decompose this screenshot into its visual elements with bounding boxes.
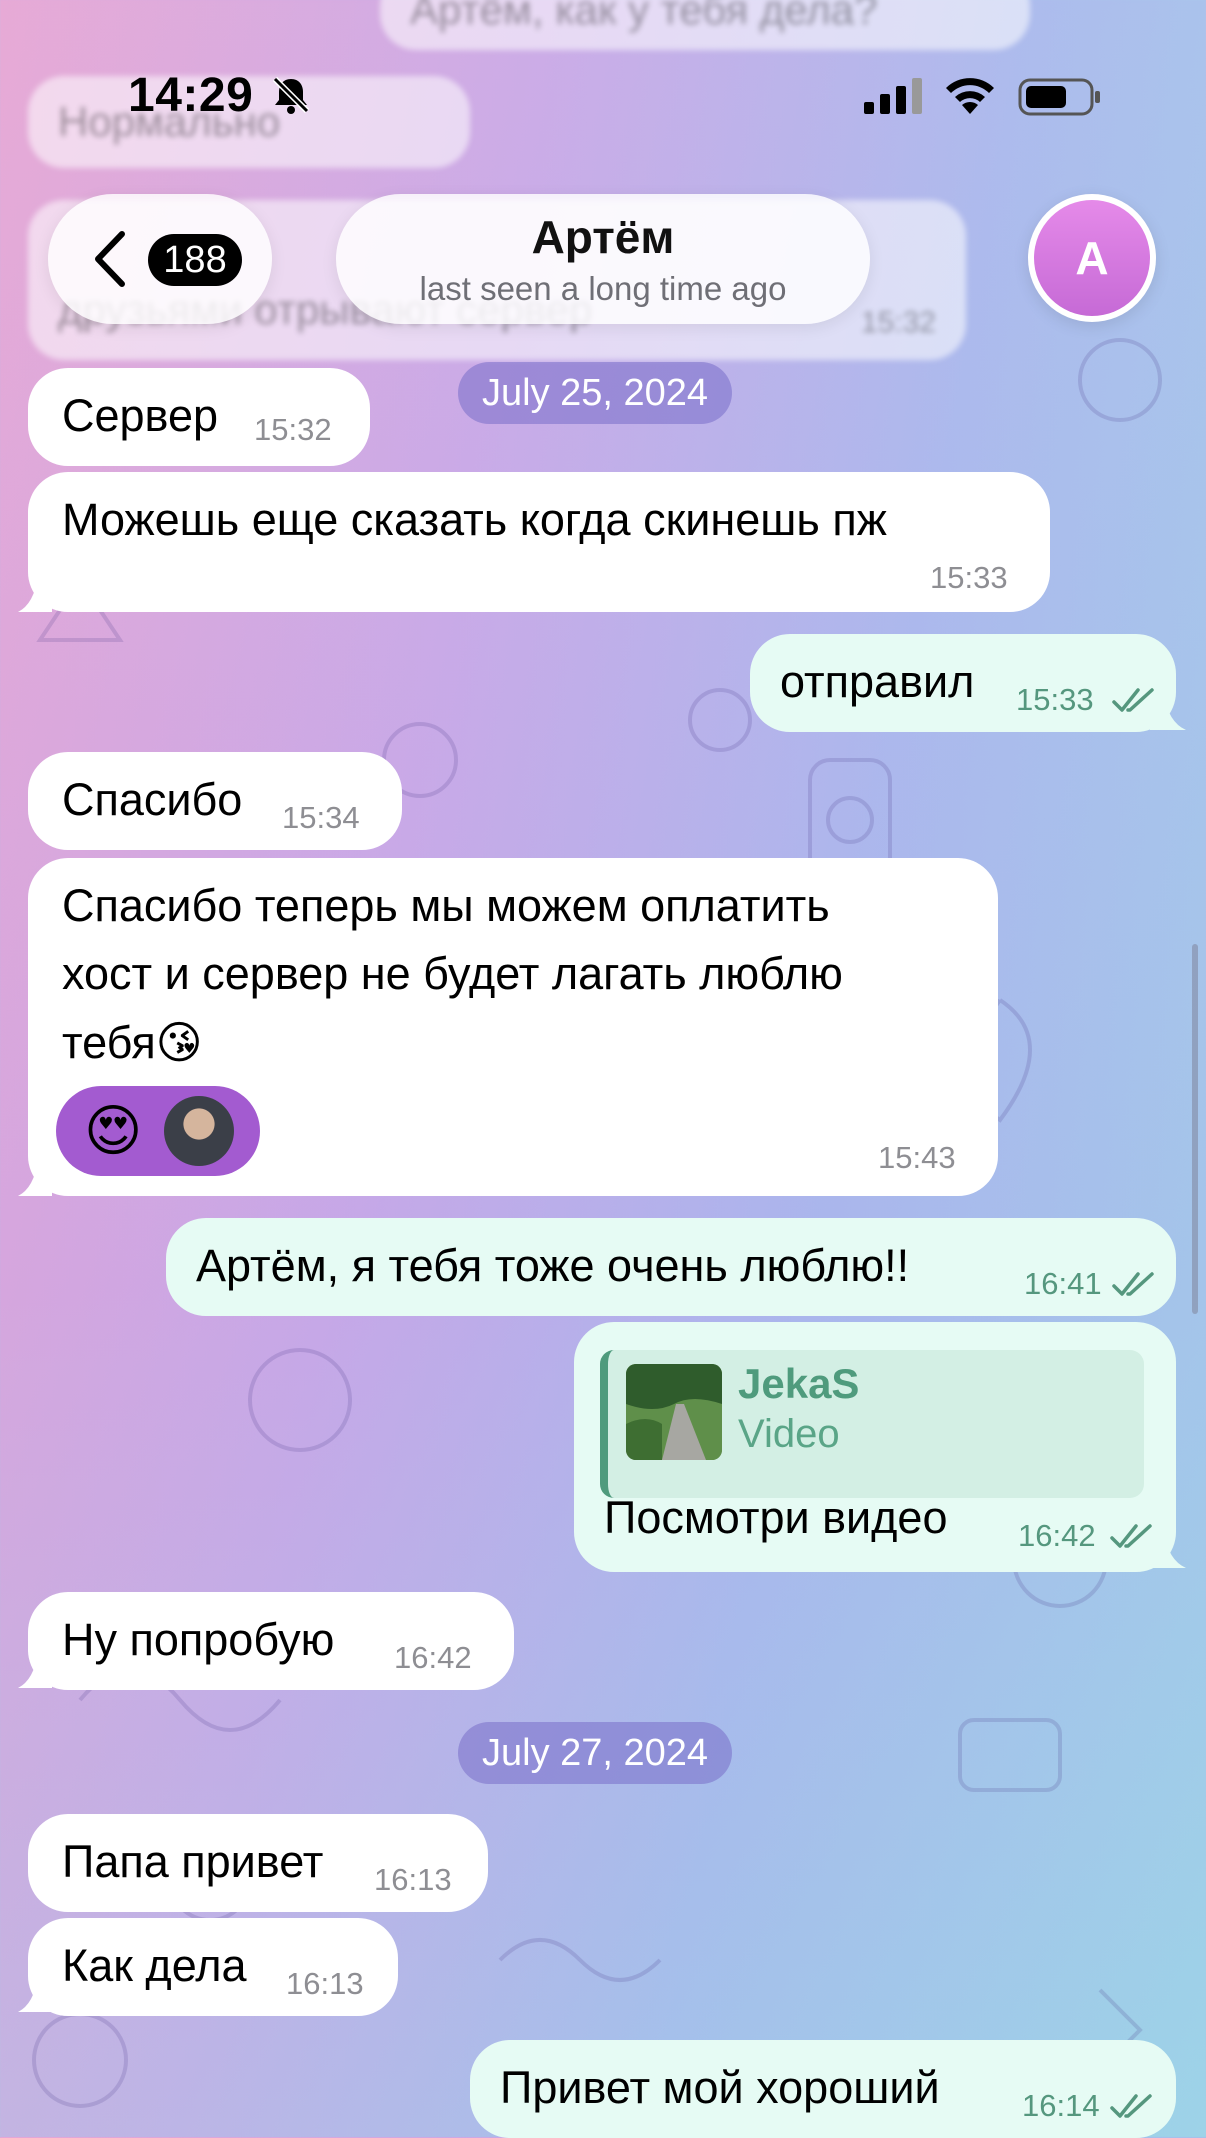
contact-last-seen: last seen a long time ago xyxy=(419,270,787,307)
bubble-tail xyxy=(18,1976,52,2012)
message-time: 15:32 xyxy=(254,412,332,447)
message-time: 16:13 xyxy=(374,1862,452,1897)
message-time: 15:34 xyxy=(282,800,360,835)
video-thumbnail xyxy=(626,1364,722,1460)
ghost-time: 15:32 xyxy=(860,306,936,339)
message-time: 16:42 xyxy=(1018,1518,1096,1553)
bubble-tail xyxy=(18,1160,52,1196)
message-bubble-outgoing[interactable]: Артём, я тебя тоже очень люблю!! 16:41 xyxy=(166,1218,1176,1316)
wifi-icon xyxy=(946,78,994,114)
message-time: 15:33 xyxy=(930,560,1008,595)
message-bubble-outgoing[interactable]: отправил 15:33 xyxy=(750,634,1176,732)
message-bubble-incoming[interactable]: Можешь еще сказать когда скинешь пж 15:3… xyxy=(28,472,1050,612)
message-text: Артём, я тебя тоже очень люблю!! xyxy=(196,1240,910,1291)
message-text: отправил xyxy=(780,656,975,707)
message-bubble-incoming[interactable]: Спасибо 15:34 xyxy=(28,752,402,850)
chat-title[interactable]: Артём last seen a long time ago xyxy=(336,194,870,324)
contact-name: Артём xyxy=(531,211,675,263)
message-text: Ну попробую xyxy=(62,1614,335,1665)
message-bubble-incoming[interactable]: Сервер 15:32 xyxy=(28,368,370,466)
message-text: Как дела xyxy=(62,1940,247,1991)
reply-media-type: Video xyxy=(738,1412,840,1456)
bubble-tail xyxy=(1150,1532,1186,1568)
reply-preview[interactable]: JekaS Video xyxy=(600,1350,1144,1498)
message-text-line: Спасибо теперь мы можем оплатить xyxy=(62,880,830,931)
battery-icon xyxy=(1018,78,1100,116)
message-text: Привет мой хороший xyxy=(500,2062,940,2113)
unread-count-badge: 188 xyxy=(148,234,242,286)
reaction-pill[interactable]: 😍 xyxy=(56,1086,260,1176)
reactor-avatar xyxy=(164,1096,234,1166)
signal-icon xyxy=(864,78,922,114)
chevron-left-icon xyxy=(95,231,125,287)
read-checks-icon xyxy=(1112,1272,1154,1296)
message-bubble-outgoing[interactable]: JekaS Video Посмотри видео 16:42 xyxy=(574,1322,1176,1572)
message-bubble-incoming[interactable]: Папа привет 16:13 xyxy=(28,1814,488,1912)
message-text: Сервер xyxy=(62,390,219,441)
message-time: 15:33 xyxy=(1016,682,1094,717)
message-time: 16:14 xyxy=(1022,2088,1100,2123)
message-time: 16:42 xyxy=(394,1640,472,1675)
date-separator: July 25, 2024 xyxy=(458,362,733,424)
bubble-tail xyxy=(1150,694,1186,730)
back-button[interactable]: 188 xyxy=(48,194,272,324)
read-checks-icon xyxy=(1110,2094,1152,2118)
message-text: Папа привет xyxy=(62,1836,324,1887)
bubble-tail xyxy=(18,1652,52,1688)
message-text-line: хост и сервер не будет лагать люблю xyxy=(62,948,843,999)
bell-slash-icon xyxy=(272,76,310,114)
message-time: 16:13 xyxy=(286,1966,364,2001)
message-text: Посмотри видео xyxy=(604,1492,948,1543)
status-time: 14:29 xyxy=(128,69,254,122)
date-separator: July 27, 2024 xyxy=(458,1722,733,1784)
chat-scrollbar[interactable] xyxy=(1192,944,1198,1314)
message-bubble-outgoing[interactable]: Привет мой хороший 16:14 xyxy=(470,2040,1176,2138)
bubble-tail xyxy=(18,576,52,612)
heart-eyes-emoji: 😍 xyxy=(84,1099,143,1162)
contact-avatar[interactable]: A xyxy=(1028,194,1156,322)
reply-author: JekaS xyxy=(738,1360,860,1407)
message-time: 16:41 xyxy=(1024,1266,1102,1301)
message-bubble-incoming[interactable]: Ну попробую 16:42 xyxy=(28,1592,514,1690)
status-bar: 14:29 xyxy=(0,0,1206,190)
avatar-letter: A xyxy=(1034,200,1150,316)
message-text: Можешь еще сказать когда скинешь пж xyxy=(62,494,887,545)
message-text-line: тебя😘 xyxy=(62,1017,203,1068)
message-bubble-incoming[interactable]: Спасибо теперь мы можем оплатить хост и … xyxy=(28,858,998,1196)
message-bubble-incoming[interactable]: Как дела 16:13 xyxy=(28,1918,398,2016)
message-text: Спасибо xyxy=(62,774,243,825)
message-time: 15:43 xyxy=(878,1140,956,1175)
